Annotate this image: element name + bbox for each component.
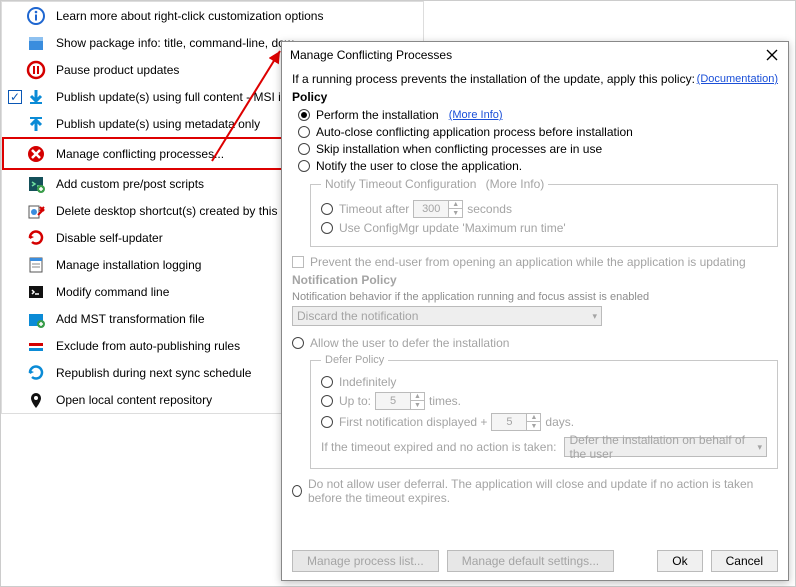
- timeout-after-row: Timeout after ▲▼ seconds: [321, 200, 767, 218]
- notification-desc: Notification behavior if the application…: [292, 291, 778, 303]
- script-icon: [24, 172, 48, 196]
- menu-item-label: Disable self-updater: [56, 231, 163, 245]
- manage-conflicting-dialog: Manage Conflicting Processes If a runnin…: [281, 41, 789, 581]
- republish-icon: [24, 361, 48, 385]
- checkbox-icon: [292, 256, 304, 268]
- menu-item-label: Show package info: title, command-line, …: [56, 36, 293, 50]
- no-defer-row: Do not allow user deferral. The applicat…: [292, 477, 778, 505]
- radio-dot-icon: [292, 485, 302, 497]
- radio-dot-icon: [298, 126, 310, 138]
- package-icon: [24, 31, 48, 55]
- intro-text: If a running process prevents the instal…: [292, 72, 697, 86]
- timeout-action-combo[interactable]: Defer the installation on behalf of the …: [564, 437, 767, 457]
- radio-dot-icon: [298, 143, 310, 155]
- more-info-link[interactable]: (More Info): [449, 109, 503, 121]
- menu-item-0[interactable]: Learn more about right-click customizati…: [2, 2, 423, 29]
- firstnotif-spinner[interactable]: ▲▼: [491, 413, 541, 431]
- use-configmgr-row: Use ConfigMgr update 'Maximum run time': [321, 221, 767, 235]
- menu-item-label: Exclude from auto-publishing rules: [56, 339, 240, 353]
- cancel-button[interactable]: Cancel: [711, 550, 778, 572]
- radio-skip[interactable]: Skip installation when conflicting proce…: [298, 142, 778, 156]
- documentation-link[interactable]: (Documentation): [697, 73, 778, 85]
- menu-item-label: Manage installation logging: [56, 258, 201, 272]
- ok-button[interactable]: Ok: [657, 550, 702, 572]
- prevent-open-row: Prevent the end-user from opening an app…: [292, 255, 778, 269]
- pin-icon: [24, 388, 48, 412]
- deny-icon: [24, 142, 48, 166]
- defer-policy-fieldset: Defer Policy Indefinitely Up to: ▲▼ time…: [310, 354, 778, 469]
- radio-perform-install[interactable]: Perform the installation (More Info): [298, 108, 778, 122]
- pause-icon: [24, 58, 48, 82]
- up-icon: [24, 112, 48, 136]
- menu-item-label: Manage conflicting processes...: [56, 147, 224, 161]
- notify-timeout-fieldset: Notify Timeout Configuration (More Info)…: [310, 177, 778, 247]
- info-icon: [24, 4, 48, 28]
- policy-heading: Policy: [292, 90, 778, 104]
- refresh-icon: [24, 226, 48, 250]
- manage-process-list-button[interactable]: Manage process list...: [292, 550, 439, 572]
- checkmark-slot: ✓: [6, 90, 24, 104]
- radio-dot-icon: [321, 203, 333, 215]
- menu-item-label: Publish update(s) using full content - M…: [56, 90, 287, 104]
- radio-dot-icon: [321, 376, 333, 388]
- notification-policy-heading: Notification Policy: [292, 273, 778, 287]
- exclude-icon: [24, 334, 48, 358]
- allow-defer-row: Allow the user to defer the installation: [292, 336, 778, 350]
- close-icon[interactable]: [762, 45, 782, 65]
- upto-spinner[interactable]: ▲▼: [375, 392, 425, 410]
- menu-item-label: Add custom pre/post scripts: [56, 177, 204, 191]
- radio-dot-icon: [298, 160, 310, 172]
- radio-dot-icon: [298, 109, 310, 121]
- menu-item-label: Open local content repository: [56, 393, 212, 407]
- menu-item-label: Learn more about right-click customizati…: [56, 9, 323, 23]
- menu-item-label: Modify command line: [56, 285, 169, 299]
- menu-item-label: Delete desktop shortcut(s) created by th…: [56, 204, 294, 218]
- dialog-title: Manage Conflicting Processes: [290, 48, 762, 62]
- mst-icon: [24, 307, 48, 331]
- radio-autoclose[interactable]: Auto-close conflicting application proce…: [298, 125, 778, 139]
- menu-item-label: Pause product updates: [56, 63, 179, 77]
- menu-item-label: Publish update(s) using metadata only: [56, 117, 260, 131]
- radio-notify[interactable]: Notify the user to close the application…: [298, 159, 778, 173]
- cmd-icon: [24, 280, 48, 304]
- down-icon: [24, 85, 48, 109]
- radio-dot-icon: [321, 395, 333, 407]
- dialog-titlebar: Manage Conflicting Processes: [282, 42, 788, 68]
- menu-item-label: Republish during next sync schedule: [56, 366, 251, 380]
- radio-dot-icon: [292, 337, 304, 349]
- del-icon: [24, 199, 48, 223]
- log-icon: [24, 253, 48, 277]
- timeout-spinner[interactable]: ▲▼: [413, 200, 463, 218]
- radio-dot-icon: [321, 222, 333, 234]
- radio-dot-icon: [321, 416, 333, 428]
- notification-combo[interactable]: Discard the notification▾: [292, 306, 602, 326]
- manage-default-settings-button[interactable]: Manage default settings...: [447, 550, 614, 572]
- menu-item-label: Add MST transformation file: [56, 312, 205, 326]
